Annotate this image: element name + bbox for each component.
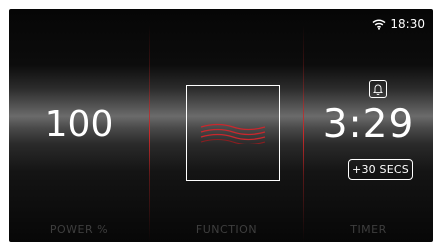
grill-waves-icon bbox=[200, 123, 266, 144]
power-value[interactable]: 100 bbox=[9, 107, 149, 143]
alarm-button[interactable] bbox=[369, 80, 387, 98]
function-label: FUNCTION bbox=[195, 223, 258, 236]
timer-label: TIMER bbox=[350, 223, 387, 236]
add-30-seconds-button[interactable]: +30 SECS bbox=[348, 159, 413, 180]
microwave-display: 18:30 100 POWER % FUNCTION 3:29 +30 SECS… bbox=[9, 9, 433, 242]
timer-value[interactable]: 3:29 bbox=[304, 105, 433, 144]
bell-icon bbox=[373, 84, 383, 95]
function-selector-button[interactable] bbox=[186, 85, 280, 181]
power-column[interactable]: 100 POWER % bbox=[9, 9, 149, 242]
power-label: POWER % bbox=[49, 223, 109, 236]
function-column: FUNCTION bbox=[150, 9, 303, 242]
timer-column: 3:29 +30 SECS TIMER bbox=[304, 9, 433, 242]
